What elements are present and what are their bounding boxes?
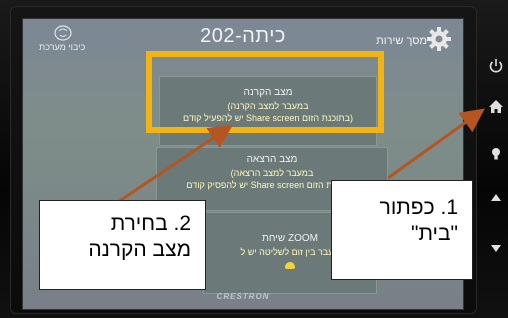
projection-mode-callout: 2. בחירת מצב הקרנה <box>39 200 206 290</box>
home-button-callout: 1. כפתור "בית" <box>331 180 473 280</box>
gear-icon <box>427 27 451 51</box>
lecture-mode-title: מצב הרצאה <box>246 154 298 165</box>
home-icon[interactable] <box>486 97 506 117</box>
lecture-mode-note-1: (במעבר למצב הרצאה <box>230 168 314 178</box>
system-off-label: כיבוי מערכת <box>39 42 86 52</box>
bell-icon <box>285 262 295 269</box>
up-arrow-icon[interactable] <box>486 188 506 208</box>
home-callout-line-1: 1. כפתור <box>379 196 458 219</box>
service-screen-button[interactable]: מסך שירות <box>361 27 457 53</box>
light-bulb-icon[interactable] <box>486 144 506 164</box>
home-callout-line-2: "בית" <box>410 222 458 245</box>
system-off-button[interactable]: כיבוי מערכת <box>31 25 109 55</box>
brand-logo: CRESTRON <box>216 292 270 301</box>
projection-callout-line-1: 2. בחירת <box>110 212 191 235</box>
projection-callout-line-2: מצב הקרנה <box>88 238 191 261</box>
service-screen-label: מסך שירות <box>376 35 427 47</box>
projection-mode-highlight <box>146 51 384 133</box>
room-title: כיתה-202 <box>200 25 286 47</box>
down-arrow-icon[interactable] <box>486 238 506 258</box>
power-icon[interactable] <box>486 56 506 76</box>
